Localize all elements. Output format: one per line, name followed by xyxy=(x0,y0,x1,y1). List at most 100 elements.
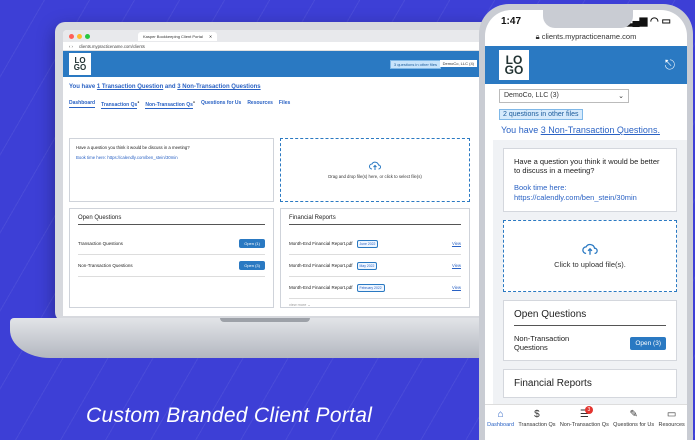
phone-non-transaction-link[interactable]: 3 Non-Transaction Questions. xyxy=(541,125,660,135)
cloud-upload-icon xyxy=(582,243,598,255)
logout-icon[interactable]: ⎋ xyxy=(665,57,675,73)
phone-company-select-value: DemoCo, LLC (3) xyxy=(504,92,559,99)
phone-open-questions-card: Open Questions Non-Transaction Questions… xyxy=(503,300,677,361)
list-item: Non-Transaction Questions Open (3) xyxy=(78,255,265,277)
tab-dashboard[interactable]: Dashboard xyxy=(69,100,96,108)
tab-transaction-qs[interactable]: Transaction Qs● xyxy=(101,100,140,109)
open-transaction-questions-button[interactable]: Open (1) xyxy=(239,239,265,248)
tab-resources[interactable]: Resources xyxy=(247,100,273,108)
phone-address-bar[interactable]: 🔒︎ clients.mypracticename.com xyxy=(485,32,687,46)
dropzone-text: Drag and drop file(s) here, or click to … xyxy=(328,174,422,179)
report-date-badge: June 2022 xyxy=(356,239,379,248)
laptop-notch xyxy=(220,318,310,322)
view-report-link[interactable]: View xyxy=(452,241,461,246)
phone-book-time-url: https://calendly.com/ben_stein/30min xyxy=(514,193,637,202)
report-date-badge: May 2022 xyxy=(356,261,378,270)
phone-tab-questions-for-us[interactable]: ✎ Questions for Us xyxy=(613,409,654,440)
tab-questions-for-us[interactable]: Questions for Us xyxy=(201,100,241,108)
chevron-down-icon: ⌄ xyxy=(307,303,311,307)
phone-tab-non-transaction-qs[interactable]: ☰ 3 Non-Transaction Qs xyxy=(560,406,609,440)
laptop-lid: Kasper Bookkeeping Client Portal ✕ ‹ › c… xyxy=(55,22,495,322)
transaction-questions-label: Transaction Questions xyxy=(78,241,123,246)
pencil-icon: ✎ xyxy=(629,409,638,420)
notification-badge: 3 xyxy=(584,406,593,414)
browser-tab-title: Kasper Bookkeeping Client Portal xyxy=(143,33,203,39)
minimize-window-dot[interactable] xyxy=(77,33,82,39)
dollar-icon: $ xyxy=(534,409,540,420)
cloud-upload-icon xyxy=(369,161,381,170)
address-bar[interactable]: ‹ › clients.mypracticename.com/clients xyxy=(63,42,487,51)
notification-dot-icon: ● xyxy=(137,100,140,104)
phone-notch xyxy=(543,10,633,28)
phone-financial-title: Financial Reports xyxy=(514,378,592,389)
caption: Custom Branded Client Portal xyxy=(86,404,373,427)
list-item: Non-Transaction Questions Open (3) xyxy=(514,334,666,352)
browser-tab[interactable]: Kasper Bookkeeping Client Portal ✕ xyxy=(138,31,218,41)
phone-questions-other-files-button[interactable]: 2 questions in other files xyxy=(499,109,583,120)
phone-company-select[interactable]: DemoCo, LLC (3) ⌄ xyxy=(499,89,629,103)
phone-book-time[interactable]: Book time here: https://calendly.com/ben… xyxy=(514,183,666,203)
questions-other-files-button[interactable]: 3 questions in other files xyxy=(389,60,441,69)
headline-conjunction: and xyxy=(163,84,178,90)
phone-tab-label: Dashboard xyxy=(487,422,515,428)
company-select[interactable]: DemoCo, LLC (4) xyxy=(439,60,477,67)
table-row: Month-End Financial Report.pdf June 2022… xyxy=(289,233,461,255)
phone-portal-logo: LO GO xyxy=(499,50,529,80)
portal-header: LO GO 3 questions in other files DemoCo, … xyxy=(63,51,487,77)
phone-content[interactable]: Have a question you think it would be be… xyxy=(493,140,687,404)
phone-meeting-prompt: Have a question you think it would be be… xyxy=(514,157,660,175)
phone-url-text: clients.mypracticename.com xyxy=(541,32,637,41)
back-forward-icons[interactable]: ‹ › xyxy=(69,44,73,49)
tab-non-transaction-qs[interactable]: Non-Transaction Qs● xyxy=(145,100,196,109)
home-icon: ⌂ xyxy=(497,409,504,420)
status-time: 1:47 xyxy=(501,15,522,27)
page-headline: You have 1 Transaction Question and 3 No… xyxy=(69,84,487,90)
open-questions-title: Open Questions xyxy=(78,215,265,225)
phone-tab-transaction-qs[interactable]: $ Transaction Qs xyxy=(518,409,555,440)
portal-nav: Dashboard Transaction Qs● Non-Transactio… xyxy=(69,100,481,109)
phone-non-transaction-label: Non-Transaction Questions xyxy=(514,334,570,352)
url-text: clients.mypracticename.com/clients xyxy=(78,44,145,49)
view-more-label: view more xyxy=(289,303,307,307)
phone-tab-bar: ⌂ Dashboard $ Transaction Qs ☰ 3 Non-Tra… xyxy=(485,404,687,440)
view-report-link[interactable]: View xyxy=(452,263,461,268)
tab-transaction-qs-label: Transaction Qs xyxy=(101,101,138,109)
transaction-question-link[interactable]: 1 Transaction Question xyxy=(97,84,163,90)
report-name: Month-End Financial Report.pdf xyxy=(289,263,353,268)
notification-dot-icon: ● xyxy=(192,100,196,104)
phone-headline-prefix: You have xyxy=(501,125,541,135)
phone-tab-dashboard[interactable]: ⌂ Dashboard xyxy=(487,409,514,440)
book-time-link[interactable]: Book time here: https://calendly.com/ben… xyxy=(76,155,267,160)
tab-files[interactable]: Files xyxy=(279,100,290,108)
non-transaction-questions-link[interactable]: 3 Non-Transaction Questions xyxy=(177,84,260,90)
list-item: Transaction Questions Open (1) xyxy=(78,233,265,255)
financial-reports-title: Financial Reports xyxy=(289,215,461,225)
phone-upload-zone[interactable]: Click to upload file(s). xyxy=(503,220,677,292)
close-window-dot[interactable] xyxy=(69,33,74,39)
open-non-transaction-questions-button[interactable]: Open (3) xyxy=(239,261,265,270)
lock-icon: 🔒︎ xyxy=(535,32,540,41)
view-more-link[interactable]: view more ⌄ xyxy=(289,302,461,307)
headline-prefix: You have xyxy=(69,84,97,90)
phone-upload-text: Click to upload file(s). xyxy=(554,260,626,269)
maximize-window-dot[interactable] xyxy=(85,33,90,39)
view-report-link[interactable]: View xyxy=(452,285,461,290)
phone-meeting-card: Have a question you think it would be be… xyxy=(503,148,677,212)
folder-icon: ▭ xyxy=(666,409,677,420)
phone-book-time-label: Book time here: xyxy=(514,183,567,192)
laptop-screen: Kasper Bookkeeping Client Portal ✕ ‹ › c… xyxy=(63,30,487,316)
laptop-base xyxy=(10,318,540,358)
portal-logo: LO GO xyxy=(69,53,91,75)
phone-headline: You have 3 Non-Transaction Questions. xyxy=(501,125,687,135)
report-name: Month-End Financial Report.pdf xyxy=(289,241,353,246)
phone-frame: 1:47 ▂▄▆ ◠ ▭ 🔒︎ clients.mypracticename.c… xyxy=(479,4,693,440)
file-dropzone[interactable]: Drag and drop file(s) here, or click to … xyxy=(280,138,470,202)
meeting-card: Have a question you think it would be di… xyxy=(69,138,274,202)
tab-close-icon[interactable]: ✕ xyxy=(209,34,212,39)
phone-open-button[interactable]: Open (3) xyxy=(630,336,666,350)
meeting-prompt: Have a question you think it would be di… xyxy=(76,145,190,150)
chevron-down-icon: ⌄ xyxy=(618,93,624,100)
phone-tab-resources[interactable]: ▭ Resources xyxy=(658,409,684,440)
browser-titlebar: Kasper Bookkeeping Client Portal ✕ xyxy=(63,30,487,42)
tab-non-transaction-qs-label: Non-Transaction Qs xyxy=(145,101,193,109)
